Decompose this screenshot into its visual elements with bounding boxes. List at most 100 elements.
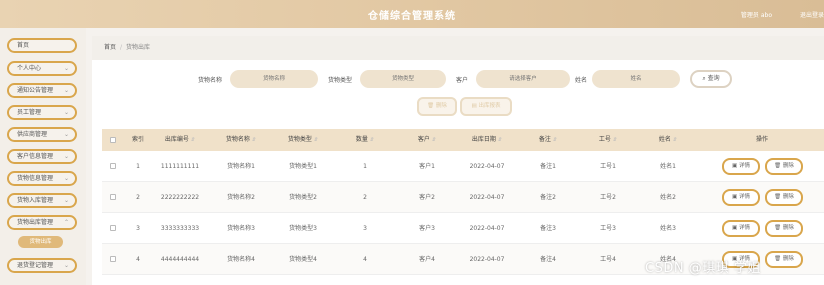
detail-button[interactable]: ▣ 详情	[722, 158, 760, 175]
sort-icon: ⇵	[672, 137, 678, 143]
sidebar-item-home[interactable]: 首页	[7, 38, 77, 53]
sidebar-item-label: 首页	[17, 42, 30, 49]
sidebar-item-goods[interactable]: 货物信息管理 ⌄	[7, 171, 77, 186]
detail-icon: ▣	[732, 225, 738, 231]
sidebar-item-returns[interactable]: 退货登记管理 ⌄	[7, 258, 77, 273]
sort-icon: ⇵	[612, 137, 618, 143]
detail-button[interactable]: ▣ 详情	[722, 220, 760, 237]
bulk-delete-button[interactable]: 🗑 删除	[417, 97, 457, 116]
sidebar-item-label: 通知公告管理	[17, 87, 54, 94]
chevron-down-icon: ⌄	[63, 175, 69, 182]
column-header[interactable]: 货物名称 ⇵	[212, 129, 270, 151]
sidebar-item-suppliers[interactable]: 供应商管理 ⌄	[7, 127, 77, 142]
select-all-checkbox[interactable]	[110, 137, 116, 143]
cell-date: 2022-04-07	[469, 163, 505, 170]
column-header[interactable]: 客户 ⇵	[398, 129, 456, 151]
cell-goods-name: 货物名称3	[227, 225, 255, 232]
column-header[interactable]: 工号 ⇵	[580, 129, 636, 151]
cell-code: 3333333333	[160, 225, 200, 232]
chevron-down-icon: ⌄	[63, 87, 69, 94]
goods-type-input[interactable]	[360, 70, 446, 88]
sort-icon: ⇵	[313, 137, 319, 143]
sidebar-item-label: 货物出库管理	[17, 219, 54, 226]
sidebar-item-label: 退货登记管理	[17, 262, 54, 269]
sort-icon: ⇵	[431, 137, 437, 143]
cell-goods-name: 货物名称4	[227, 256, 255, 263]
top-bar: 仓储综合管理系统 管理员 abo 退出登录	[0, 0, 824, 28]
breadcrumb-home[interactable]: 首页	[104, 44, 116, 51]
cell-staff-name: 姓名1	[660, 163, 676, 170]
cell-code: 2222222222	[160, 194, 200, 201]
staff-name-input[interactable]	[592, 70, 680, 88]
sidebar-item-label: 员工管理	[17, 109, 42, 116]
search-label-type: 货物类型	[328, 77, 353, 84]
sidebar-item-outbound[interactable]: 货物出库管理 ⌃	[7, 215, 77, 230]
row-checkbox[interactable]	[110, 163, 116, 169]
sidebar-item-customers[interactable]: 客户信息管理 ⌄	[7, 149, 77, 164]
sidebar-item-label: 个人中心	[17, 65, 42, 72]
current-user: 管理员 abo	[740, 12, 772, 19]
trash-icon: 🗑	[774, 194, 782, 200]
breadcrumb-separator: /	[120, 44, 123, 51]
sidebar-item-staff[interactable]: 员工管理 ⌄	[7, 105, 77, 120]
delete-button[interactable]: 🗑 删除	[765, 189, 803, 206]
cell-goods-type: 货物类型3	[289, 225, 317, 232]
table-row: 1 1111111111 货物名称1 货物类型1 1 客户1 2022-04-0…	[102, 151, 824, 182]
cell-customer: 客户1	[419, 163, 435, 170]
outbound-report-button[interactable]: ▤ 出库报表	[460, 97, 512, 116]
chevron-down-icon: ⌄	[63, 65, 69, 72]
cell-date: 2022-04-07	[469, 256, 505, 263]
sidebar-item-label: 客户信息管理	[17, 153, 54, 160]
sort-icon: ⇵	[497, 137, 503, 143]
search-icon: ⌕	[702, 75, 706, 82]
sidebar-item-inbound[interactable]: 货物入库管理 ⌄	[7, 193, 77, 208]
sidebar-subitem-outbound[interactable]: 货物出库	[18, 236, 63, 248]
detail-button[interactable]: ▣ 详情	[722, 189, 760, 206]
goods-name-input[interactable]	[230, 70, 318, 88]
table-row: 2 2222222222 货物名称2 货物类型2 2 客户2 2022-04-0…	[102, 182, 824, 213]
sidebar-item-notices[interactable]: 通知公告管理 ⌄	[7, 83, 77, 98]
app-title: 仓储综合管理系统	[368, 11, 456, 22]
column-header[interactable]: 出库编号 ⇵	[152, 129, 208, 151]
column-header[interactable]: 数量 ⇵	[336, 129, 394, 151]
cell-goods-type: 货物类型4	[289, 256, 317, 263]
row-checkbox[interactable]	[110, 256, 116, 262]
cell-goods-name: 货物名称1	[227, 163, 255, 170]
cell-staff-name: 姓名2	[660, 194, 676, 201]
chevron-down-icon: ⌄	[63, 109, 69, 116]
row-checkbox[interactable]	[110, 225, 116, 231]
cell-staff-no: 工号2	[600, 194, 616, 201]
detail-icon: ▣	[732, 194, 738, 200]
chart-icon: ▤	[471, 103, 477, 109]
cell-goods-name: 货物名称2	[227, 194, 255, 201]
delete-button[interactable]: 🗑 删除	[765, 220, 803, 237]
column-header[interactable]: 姓名 ⇵	[640, 129, 696, 151]
sidebar-item-label: 货物入库管理	[17, 197, 54, 204]
cell-staff-no: 工号1	[600, 163, 616, 170]
delete-label: 删除	[782, 163, 794, 169]
column-header[interactable]: 备注 ⇵	[520, 129, 576, 151]
logout-link[interactable]: 退出登录	[800, 10, 824, 19]
cell-staff-name: 姓名3	[660, 225, 676, 232]
sidebar-item-profile[interactable]: 个人中心 ⌄	[7, 61, 77, 76]
cell-goods-type: 货物类型2	[289, 194, 317, 201]
column-header[interactable]: 出库日期 ⇵	[458, 129, 516, 151]
search-button[interactable]: ⌕ 查询	[690, 70, 732, 88]
sidebar-item-label: 供应商管理	[17, 131, 48, 138]
watermark: CSDN @琪琪 学姐	[645, 261, 761, 276]
cell-customer: 客户3	[419, 225, 435, 232]
delete-button[interactable]: 🗑 删除	[765, 158, 803, 175]
customer-select[interactable]	[476, 70, 570, 88]
column-header[interactable]: 货物类型 ⇵	[274, 129, 332, 151]
delete-label: 删除	[782, 225, 794, 231]
row-checkbox[interactable]	[110, 194, 116, 200]
table-header: 索引 出库编号 ⇵ 货物名称 ⇵ 货物类型 ⇵ 数量 ⇵ 客户 ⇵ 出库日期 ⇵ 备注 ⇵ 工…	[102, 129, 824, 151]
trash-icon: 🗑	[774, 163, 782, 169]
sort-icon: ⇵	[369, 137, 375, 143]
cell-remark: 备注1	[540, 163, 556, 170]
search-label-staff-name: 姓名	[575, 77, 588, 84]
delete-button[interactable]: 🗑 删除	[765, 251, 803, 268]
breadcrumb: 首页 / 货物出库	[92, 36, 824, 60]
cell-index: 4	[136, 256, 140, 263]
cell-qty: 3	[363, 225, 367, 232]
